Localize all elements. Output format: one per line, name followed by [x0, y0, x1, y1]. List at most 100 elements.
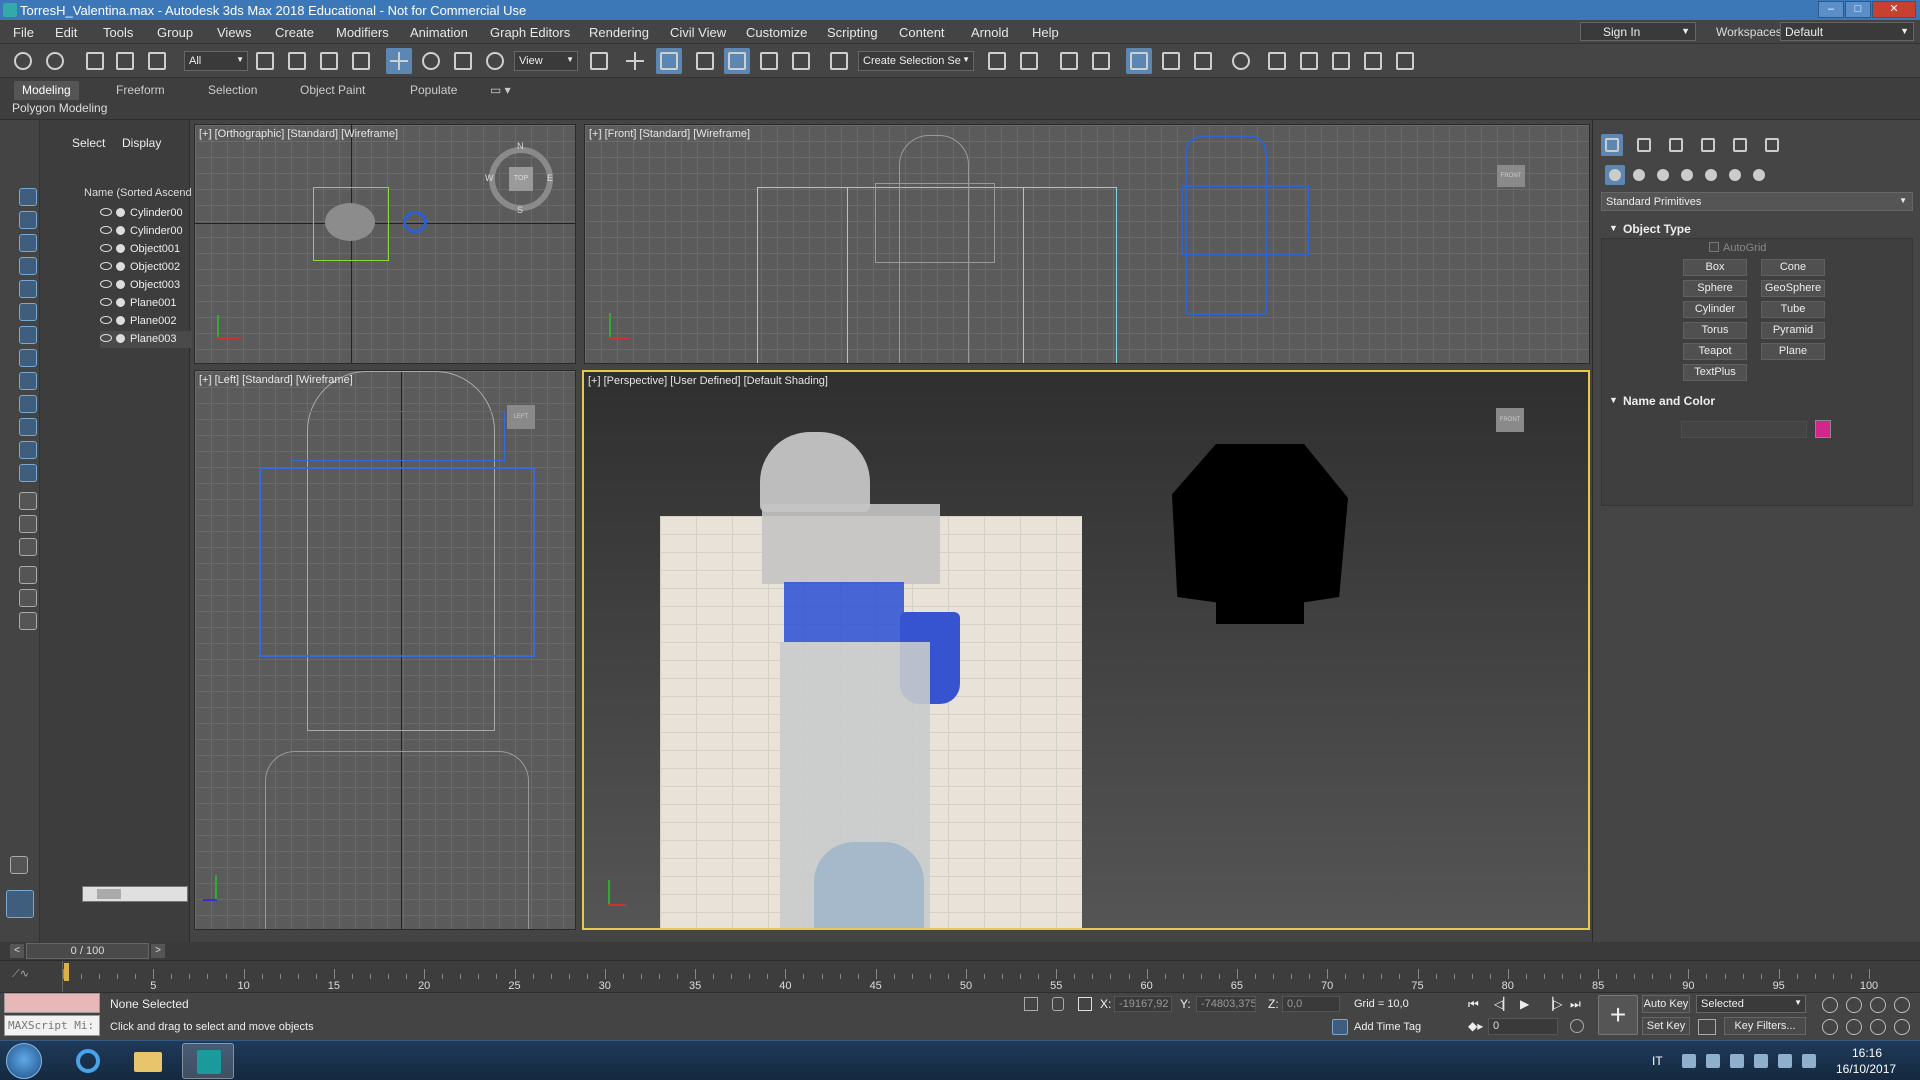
percent-snap-toggle[interactable] [756, 48, 782, 74]
selection-filter-select[interactable]: All ▼ [184, 51, 248, 71]
window-crossing-button[interactable] [348, 48, 374, 74]
key-mode-select[interactable]: Selected ▼ [1696, 995, 1806, 1013]
list-item[interactable]: Plane002 [100, 313, 192, 330]
object-type-rollout-header[interactable]: ▼ Object Type [1601, 220, 1913, 238]
reference-coordinate-select[interactable]: View ▼ [514, 51, 578, 71]
angle-snap-toggle[interactable] [724, 48, 750, 74]
start-button[interactable] [6, 1043, 42, 1079]
manipulate-button[interactable] [622, 48, 648, 74]
material-editor-button[interactable] [1228, 48, 1254, 74]
viewcube-compass[interactable]: TOP N S E W [485, 141, 553, 215]
geosphere-button[interactable]: GeoSphere [1761, 280, 1825, 297]
viewport-perspective[interactable]: [+] [Perspective] [User Defined] [Defaul… [582, 370, 1590, 930]
minimize-button[interactable]: – [1818, 1, 1844, 18]
maximize-viewport-icon[interactable] [1894, 1019, 1910, 1035]
rendered-frame-window-button[interactable] [1296, 48, 1322, 74]
display-tab[interactable] [1729, 134, 1751, 156]
internet-explorer-taskbar-button[interactable] [62, 1043, 114, 1079]
list-item[interactable]: Object002 [100, 259, 192, 276]
funnel-icon[interactable] [19, 589, 37, 607]
menu-group[interactable]: Group [157, 25, 193, 40]
workspace-select[interactable]: Default ▼ [1780, 22, 1914, 41]
3ds-max-taskbar-button[interactable] [182, 1043, 234, 1079]
x-coordinate-field[interactable]: -19167,92 [1114, 996, 1172, 1012]
sign-in-button[interactable]: Sign In ▼ [1580, 22, 1696, 41]
pyramid-button[interactable]: Pyramid [1761, 322, 1825, 339]
filter-icon[interactable] [19, 566, 37, 584]
track-bar[interactable]: ⟋∿ 5 10 15 20 25 30 35 40 45 50 55 60 65 70 75 80 85 90 95… [0, 960, 1920, 993]
scene-explorer-button[interactable] [1056, 48, 1082, 74]
track-ruler[interactable]: 5 10 15 20 25 30 35 40 45 50 55 60 65 70 75 80 85 90 95 100 [62, 961, 1878, 993]
field-of-view-icon[interactable] [1822, 1019, 1838, 1035]
viewport-front[interactable]: [+] [Front] [Standard] [Wireframe] FRONT [584, 124, 1590, 364]
viewport-label-front[interactable]: [+] [Front] [Standard] [Wireframe] [589, 128, 750, 140]
ribbon-tab-modeling[interactable]: Modeling [14, 81, 79, 100]
spinner-snap-toggle[interactable] [788, 48, 814, 74]
add-time-tag-button[interactable]: Add Time Tag [1354, 1021, 1421, 1033]
region-select-button[interactable] [316, 48, 342, 74]
align-button[interactable] [1016, 48, 1042, 74]
render-production-button[interactable] [1328, 48, 1354, 74]
render-setup-button[interactable] [1264, 48, 1290, 74]
menu-modifiers[interactable]: Modifiers [336, 25, 389, 40]
viewcube-perspective[interactable]: FRONT [1496, 408, 1524, 432]
explorer-column-header[interactable]: Name (Sorted Ascending) [84, 187, 192, 199]
ribbon-tab-selection[interactable]: Selection [200, 81, 265, 100]
absolute-mode-icon[interactable] [1078, 997, 1092, 1011]
menu-scripting[interactable]: Scripting [827, 25, 878, 40]
y-coordinate-field[interactable]: -74803,375 [1196, 996, 1256, 1012]
menu-edit[interactable]: Edit [55, 25, 77, 40]
viewport-left[interactable]: [+] [Left] [Standard] [Wireframe] LEFT [194, 370, 576, 930]
maxscript-listener-output[interactable] [4, 993, 100, 1013]
explorer-tab-display[interactable]: Display [122, 136, 161, 150]
zoom-extents-icon[interactable] [1870, 997, 1886, 1013]
utilities-tab[interactable] [1761, 134, 1783, 156]
time-cursor[interactable] [64, 963, 69, 981]
ribbon-panel-polygon-modeling[interactable]: Polygon Modeling [12, 101, 107, 115]
viewport-orthographic[interactable]: [+] [Orthographic] [Standard] [Wireframe… [194, 124, 576, 364]
display-cameras-icon[interactable] [19, 280, 37, 298]
key-mode-toggle[interactable]: ◆▸ [1468, 1019, 1483, 1033]
name-color-rollout-header[interactable]: ▼ Name and Color [1601, 392, 1913, 410]
sphere-button[interactable]: Sphere [1683, 280, 1747, 297]
tray-app-icon[interactable] [1706, 1054, 1720, 1068]
display-shapes-icon[interactable] [19, 234, 37, 252]
current-frame-field[interactable]: 0 [1488, 1018, 1558, 1035]
display-none-toggle-icon[interactable] [19, 515, 37, 533]
create-tab[interactable] [1601, 134, 1623, 156]
input-language[interactable]: IT [1652, 1054, 1663, 1068]
set-key-button[interactable]: Set Key [1642, 1017, 1690, 1035]
menu-animation[interactable]: Animation [410, 25, 468, 40]
file-explorer-taskbar-button[interactable] [122, 1043, 174, 1079]
helpers-category[interactable] [1701, 165, 1721, 185]
auto-key-button[interactable]: Auto Key [1642, 995, 1690, 1013]
list-item[interactable]: Cylinder00 [100, 205, 192, 222]
display-xrefs-icon[interactable] [19, 372, 37, 390]
explorer-tab-select[interactable]: Select [72, 136, 105, 150]
select-move-button[interactable] [386, 48, 412, 74]
tray-network-icon[interactable] [1730, 1054, 1744, 1068]
eye-icon[interactable] [100, 280, 112, 288]
list-item[interactable]: Object003 [100, 277, 192, 294]
link-button[interactable] [82, 48, 108, 74]
menu-tools[interactable]: Tools [103, 25, 133, 40]
next-frame-button[interactable]: ▕▷ [1544, 997, 1562, 1011]
viewport-label-left[interactable]: [+] [Left] [Standard] [Wireframe] [199, 374, 353, 386]
play-arrow-icon[interactable] [10, 856, 28, 874]
go-to-end-button[interactable]: ⏭ [1570, 997, 1581, 1012]
display-geometry-icon[interactable] [19, 211, 37, 229]
menu-graph-editors[interactable]: Graph Editors [490, 25, 570, 40]
menu-file[interactable]: File [13, 25, 34, 40]
zoom-icon[interactable] [1822, 997, 1838, 1013]
cameras-category[interactable] [1677, 165, 1697, 185]
eye-icon[interactable] [100, 226, 112, 234]
edit-named-selections-button[interactable] [826, 48, 852, 74]
viewport-layout-icon[interactable] [6, 890, 34, 918]
menu-create[interactable]: Create [275, 25, 314, 40]
explorer-horizontal-scrollbar[interactable] [82, 886, 188, 902]
menu-customize[interactable]: Customize [746, 25, 807, 40]
viewcube-left[interactable]: LEFT [507, 405, 535, 429]
hierarchy-tab[interactable] [1665, 134, 1687, 156]
tray-display-icon[interactable] [1778, 1054, 1792, 1068]
display-all-icon[interactable] [19, 492, 37, 510]
